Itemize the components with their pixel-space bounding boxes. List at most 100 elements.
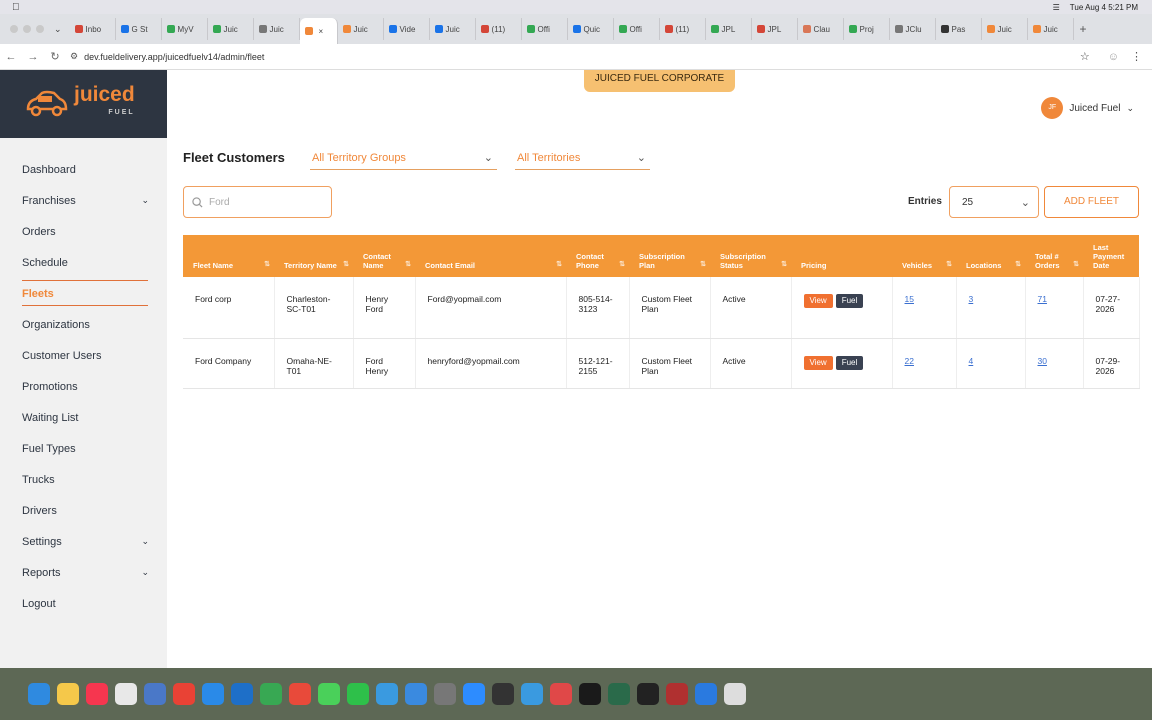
orders-cell-value[interactable]: 30 [1038, 356, 1047, 366]
sidebar-item-logout[interactable]: Logout [22, 598, 149, 610]
dock-app-icon[interactable] [666, 683, 688, 705]
dock-app-icon[interactable] [231, 683, 253, 705]
forward-arrow-icon[interactable]: → [22, 51, 44, 63]
territory-groups-dropdown[interactable]: All Territory Groups ⌄ [310, 146, 497, 170]
sort-arrows-icon[interactable]: ⇅ [405, 260, 411, 269]
browser-tab[interactable]: × [299, 18, 338, 44]
column-header[interactable]: Subscription Status ⇅ [710, 235, 791, 277]
browser-tab[interactable]: Quic [568, 18, 614, 40]
column-header[interactable]: Fleet Name ⇅ [183, 235, 274, 277]
apple-icon[interactable]:  [12, 2, 20, 13]
dock-app-icon[interactable] [434, 683, 456, 705]
locations-cell-value[interactable]: 4 [969, 356, 974, 366]
browser-tab[interactable]: Juic [338, 18, 384, 40]
sort-arrows-icon[interactable]: ⇅ [343, 260, 349, 269]
column-header[interactable]: Contact Phone ⇅ [566, 235, 629, 277]
dock-app-icon[interactable] [724, 683, 746, 705]
add-fleet-button[interactable]: ADD FLEET [1044, 186, 1139, 218]
dock-app-icon[interactable] [57, 683, 79, 705]
sidebar-item-organizations[interactable]: Organizations [22, 319, 149, 331]
column-header[interactable]: Last Payment Date [1083, 235, 1139, 277]
browser-menu-icon[interactable]: ⋮ [1131, 50, 1142, 63]
dock-app-icon[interactable] [289, 683, 311, 705]
sort-arrows-icon[interactable]: ⇅ [1073, 260, 1079, 269]
wifi-icon[interactable]: ☰ [1053, 3, 1060, 12]
dock-app-icon[interactable] [695, 683, 717, 705]
browser-tab[interactable]: JClu [890, 18, 936, 40]
dock-app-icon[interactable] [86, 683, 108, 705]
profile-icon[interactable]: ☺ [1108, 51, 1119, 63]
column-header[interactable]: Territory Name ⇅ [274, 235, 353, 277]
view-pricing-button[interactable]: View [803, 355, 833, 370]
close-icon[interactable]: × [319, 27, 324, 36]
dock-app-icon[interactable] [260, 683, 282, 705]
browser-tab[interactable]: Clau [798, 18, 844, 40]
column-header[interactable]: Locations ⇅ [956, 235, 1025, 277]
sort-arrows-icon[interactable]: ⇅ [781, 260, 787, 269]
sidebar-item-trucks[interactable]: Trucks [22, 474, 149, 486]
dock-app-icon[interactable] [347, 683, 369, 705]
browser-tab[interactable]: Proj [844, 18, 890, 40]
url-field[interactable]: dev.fueldelivery.app/juicedfuelv14/admin… [84, 52, 1080, 62]
sidebar-item-customer-users[interactable]: Customer Users [22, 350, 149, 362]
column-header[interactable]: Subscription Plan ⇅ [629, 235, 710, 277]
sort-arrows-icon[interactable]: ⇅ [556, 260, 562, 269]
fuel-pricing-button[interactable]: Fuel [835, 294, 864, 308]
sort-arrows-icon[interactable]: ⇅ [946, 260, 952, 269]
menubar-clock[interactable]: Tue Aug 4 5:21 PM [1070, 3, 1138, 12]
browser-tab[interactable]: Vide [384, 18, 430, 40]
dock-app-icon[interactable] [173, 683, 195, 705]
sidebar-item-drivers[interactable]: Drivers [22, 505, 149, 517]
browser-tab[interactable]: JPL [706, 18, 752, 40]
sidebar-item-franchises[interactable]: Franchises ⌄ [22, 195, 149, 207]
browser-tab[interactable]: Juic [208, 18, 254, 40]
vehicles-cell-value[interactable]: 22 [905, 356, 914, 366]
browser-tab[interactable]: JPL [752, 18, 798, 40]
browser-tab[interactable]: G St [116, 18, 162, 40]
column-header[interactable]: Total # Orders ⇅ [1025, 235, 1083, 277]
sort-arrows-icon[interactable]: ⇅ [619, 260, 625, 269]
browser-tab[interactable]: Offi [614, 18, 660, 40]
browser-tab[interactable]: Inbo [70, 18, 116, 40]
user-menu[interactable]: JF Juiced Fuel ⌄ [1041, 97, 1134, 119]
column-header[interactable]: Contact Name ⇅ [353, 235, 415, 277]
dock-app-icon[interactable] [550, 683, 572, 705]
dock-app-icon[interactable] [579, 683, 601, 705]
browser-tab[interactable]: Juic [430, 18, 476, 40]
dock-app-icon[interactable] [202, 683, 224, 705]
sidebar-item-dashboard[interactable]: Dashboard [22, 164, 149, 176]
browser-tab[interactable]: Offi [522, 18, 568, 40]
dock-app-icon[interactable] [492, 683, 514, 705]
sidebar-item-reports[interactable]: Reports ⌄ [22, 567, 149, 579]
browser-tab[interactable]: (11) [476, 18, 522, 40]
logo[interactable]: juiced FUEL [0, 70, 167, 138]
sidebar-item-waiting-list[interactable]: Waiting List [22, 412, 149, 424]
view-pricing-button[interactable]: View [803, 294, 833, 308]
entries-select[interactable]: 25 ⌄ [949, 186, 1039, 218]
browser-tab[interactable]: MyV [162, 18, 208, 40]
dock-app-icon[interactable] [521, 683, 543, 705]
reload-icon[interactable]: ↻ [44, 50, 66, 63]
dock-app-icon[interactable] [637, 683, 659, 705]
dock-app-icon[interactable] [28, 683, 50, 705]
sort-arrows-icon[interactable]: ⇅ [700, 260, 706, 269]
window-controls[interactable] [10, 25, 44, 33]
tab-list-chevron-icon[interactable]: ⌄ [54, 24, 62, 35]
sidebar-item-orders[interactable]: Orders [22, 226, 149, 238]
dock-app-icon[interactable] [608, 683, 630, 705]
sidebar-item-settings[interactable]: Settings ⌄ [22, 536, 149, 548]
sidebar-item-fleets[interactable]: Fleets [22, 288, 149, 300]
sort-arrows-icon[interactable]: ⇅ [1015, 260, 1021, 269]
dock-app-icon[interactable] [405, 683, 427, 705]
sort-arrows-icon[interactable]: ⇅ [264, 260, 270, 269]
browser-tab[interactable]: Juic [254, 18, 300, 40]
dock-app-icon[interactable] [115, 683, 137, 705]
sidebar-item-promotions[interactable]: Promotions [22, 381, 149, 393]
browser-tab[interactable]: Pas [936, 18, 982, 40]
territories-dropdown[interactable]: All Territories ⌄ [515, 146, 650, 170]
dock-app-icon[interactable] [144, 683, 166, 705]
column-header[interactable]: Contact Email ⇅ [415, 235, 566, 277]
browser-tab[interactable]: Juic [982, 18, 1028, 40]
dock-app-icon[interactable] [376, 683, 398, 705]
search-input[interactable] [209, 196, 319, 208]
